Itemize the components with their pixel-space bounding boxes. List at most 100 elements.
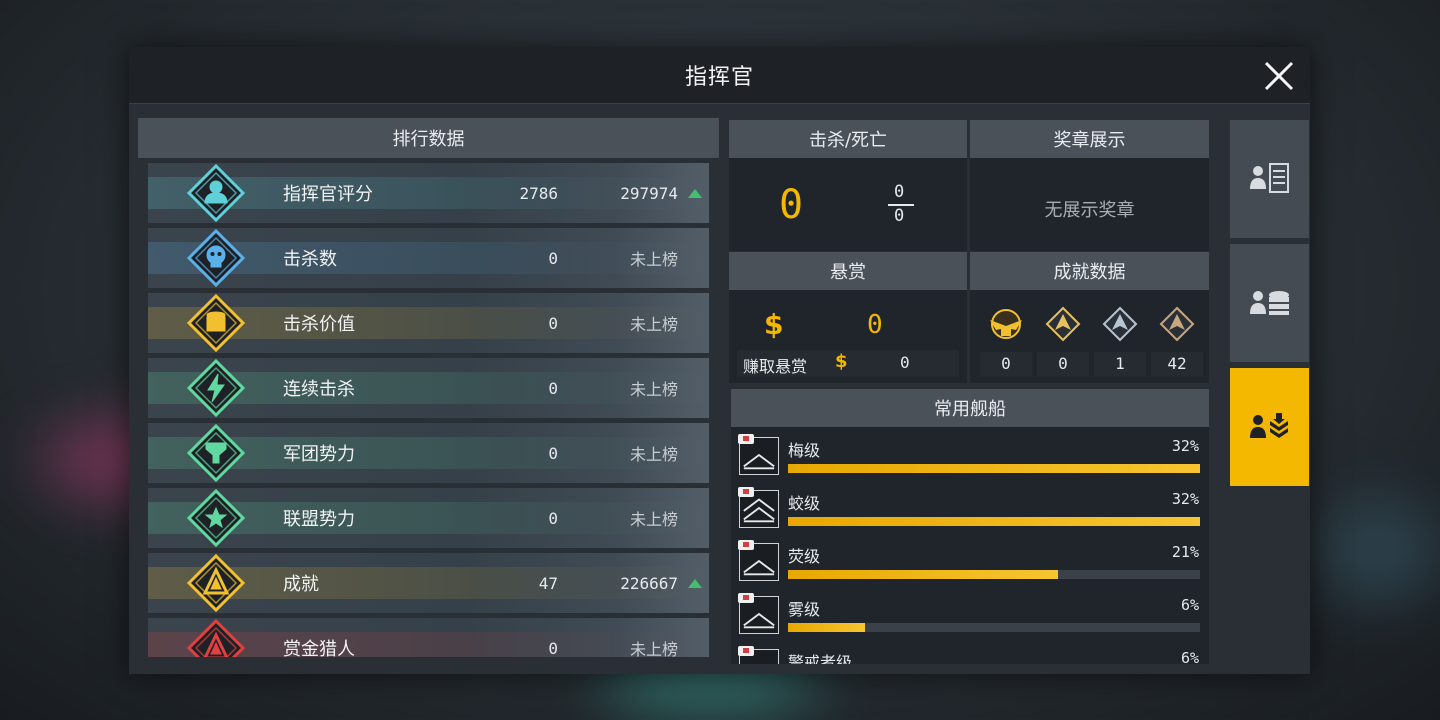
bounty-panel: 悬赏 $ 0 赚取悬赏 $ 0 — [729, 252, 967, 383]
dialog-title: 指挥官 — [684, 65, 754, 90]
ranking-row-value: 0 — [548, 313, 558, 333]
ship-class-icon — [738, 434, 779, 475]
achievements-panel: 成就数据 0 0 1 42 — [970, 252, 1209, 383]
bounty-amount: 0 — [867, 310, 883, 340]
ship-usage-pct: 32% — [1171, 490, 1199, 508]
ranking-row[interactable]: 击杀数 0 未上榜 — [148, 228, 709, 288]
ranking-row[interactable]: 击杀价值 0 未上榜 — [148, 293, 709, 353]
ranking-row-value: 0 — [548, 508, 558, 528]
ranking-row-name: 击杀数 — [283, 249, 337, 270]
ranking-row[interactable]: 联盟势力 0 未上榜 — [148, 488, 709, 548]
ranking-row-rank: 未上榜 — [629, 510, 678, 529]
coin-stack-icon — [186, 293, 246, 353]
dollar-icon: $ — [764, 308, 784, 341]
lightning-icon — [186, 358, 246, 418]
bounty-hunter-icon — [186, 618, 246, 657]
ship-class-icon — [738, 593, 779, 634]
ship-class-icon — [738, 646, 779, 664]
alliance-star-icon — [186, 488, 246, 548]
ranking-row[interactable]: 军团势力 0 未上榜 — [148, 423, 709, 483]
profile-data-tab[interactable] — [1230, 244, 1309, 362]
kd-ratio: 0 — [779, 182, 804, 228]
ranking-row-value: 2786 — [519, 183, 558, 203]
ranking-header: 排行数据 — [138, 118, 719, 158]
ship-row[interactable]: 警戒者级 6% — [731, 639, 1209, 664]
ship-usage-pct: 32% — [1171, 437, 1199, 455]
ranking-row[interactable]: 指挥官评分 2786 297974 — [148, 163, 709, 223]
ship-list[interactable]: 梅级 32% 蛟级 32% 荧级 21% 雾级 6% 警戒者级 6% — [731, 427, 1209, 664]
profile-fleet-tab[interactable] — [1230, 368, 1309, 486]
ship-row[interactable]: 蛟级 32% — [731, 480, 1209, 533]
ranking-row-name: 成就 — [283, 574, 319, 595]
background-glow — [1320, 500, 1440, 600]
medals-empty-text: 无展示奖章 — [1044, 200, 1135, 221]
ship-level-tag — [738, 540, 754, 550]
ship-row[interactable]: 荧级 21% — [731, 533, 1209, 586]
ranking-row[interactable]: 赏金猎人 0 未上榜 — [148, 618, 709, 657]
ranking-row-name: 指挥官评分 — [283, 184, 373, 205]
earned-bounty-amount: 0 — [900, 353, 910, 372]
ranking-row-value: 0 — [548, 638, 558, 658]
ranking-row-rank: 未上榜 — [629, 250, 678, 269]
achievement-tiers: 0 0 1 42 — [970, 302, 1209, 382]
ranking-panel: 排行数据 指挥官评分 2786 297974 击杀数 0 未上榜 击杀价值 0 未上榜 连续击杀 0… — [138, 118, 719, 663]
ship-row[interactable]: 雾级 6% — [731, 586, 1209, 639]
ranking-row-name: 军团势力 — [283, 444, 355, 465]
commander-avatar-icon — [186, 163, 246, 223]
ship-usage-bar-fill — [788, 517, 1200, 526]
kd-panel: 击杀/死亡 0 0 0 — [729, 120, 967, 251]
achievement-tier-count: 1 — [1094, 352, 1146, 376]
profile-list-tab[interactable] — [1230, 120, 1309, 238]
ranking-row-name: 连续击杀 — [283, 379, 355, 400]
ship-class-icon — [738, 487, 779, 528]
ship-level-tag — [738, 434, 754, 444]
legion-emblem-icon — [186, 423, 246, 483]
ranking-row-value: 0 — [548, 443, 558, 463]
ship-name: 梅级 — [788, 441, 821, 460]
ship-usage-pct: 6% — [1180, 649, 1199, 664]
skull-icon — [186, 228, 246, 288]
kd-deaths: 0 — [894, 206, 905, 226]
ship-level-tag — [738, 593, 754, 603]
ship-level-tag — [738, 646, 754, 656]
ship-name: 雾级 — [788, 600, 821, 619]
ranking-row[interactable]: 连续击杀 0 未上榜 — [148, 358, 709, 418]
ranking-row-value: 0 — [548, 248, 558, 268]
ranking-row-name: 击杀价值 — [283, 314, 355, 335]
close-icon — [1264, 61, 1294, 91]
trend-up-icon — [688, 578, 702, 588]
ship-usage-bar — [788, 517, 1200, 526]
ship-level-tag — [738, 487, 754, 497]
ranking-row-rank: 226667 — [620, 573, 678, 593]
ranking-row-rank: 未上榜 — [629, 315, 678, 334]
ship-row[interactable]: 梅级 32% — [731, 427, 1209, 480]
ship-usage-bar — [788, 464, 1200, 473]
ranking-row[interactable]: 成就 47 226667 — [148, 553, 709, 613]
ranking-row-rank: 未上榜 — [629, 380, 678, 399]
ship-usage-bar-fill — [788, 464, 1200, 473]
achievement-tier-count: 0 — [980, 352, 1032, 376]
commander-dialog: 指挥官 排行数据 指挥官评分 2786 297974 击杀数 0 未上榜 击杀价值 0 未上榜连… — [129, 47, 1310, 674]
close-button[interactable] — [1262, 59, 1296, 93]
achievement-triangle-icon — [186, 553, 246, 613]
ship-usage-bar-fill — [788, 570, 1059, 579]
ship-usage-pct: 21% — [1171, 543, 1199, 561]
achievements-header: 成就数据 — [970, 252, 1209, 290]
dollar-small-icon: $ — [835, 351, 848, 372]
trend-up-icon — [688, 188, 702, 198]
profile-list-icon — [1249, 163, 1289, 193]
ship-name: 警戒者级 — [788, 653, 853, 664]
kd-kills: 0 — [894, 182, 905, 202]
ship-usage-bar — [788, 623, 1200, 632]
achievement-tier-count: 42 — [1151, 352, 1203, 376]
ship-usage-pct: 6% — [1180, 596, 1199, 614]
silver-chevron-icon — [1100, 304, 1140, 344]
earned-bounty-row: 赚取悬赏 $ 0 — [737, 350, 959, 376]
ships-header: 常用舰船 — [731, 389, 1209, 427]
bronze-chevron-icon — [1157, 304, 1197, 344]
ranking-row-name: 联盟势力 — [283, 509, 355, 530]
kd-header: 击杀/死亡 — [729, 120, 967, 158]
ranking-list[interactable]: 指挥官评分 2786 297974 击杀数 0 未上榜 击杀价值 0 未上榜 连续击杀 0 未上榜 军团… — [148, 163, 709, 657]
medals-header: 奖章展示 — [970, 120, 1209, 158]
earned-bounty-label: 赚取悬赏 — [743, 357, 808, 376]
